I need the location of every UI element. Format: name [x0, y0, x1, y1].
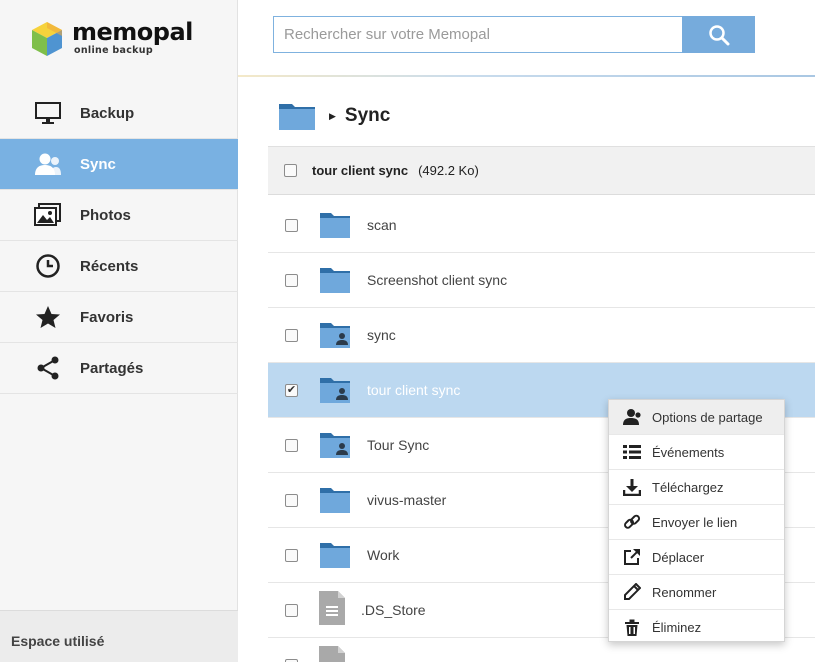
menu-item-label: Options de partage	[652, 409, 763, 425]
menu-item-sharing-options[interactable]: Options de partage	[609, 400, 784, 435]
page-title: Sync	[344, 105, 391, 126]
search-bar	[273, 16, 755, 53]
star-icon	[33, 304, 63, 330]
list-item[interactable]: scan	[268, 198, 815, 253]
sidebar-item-backup[interactable]: Backup	[0, 88, 238, 139]
folder-icon	[320, 268, 350, 293]
logo-name: memopal	[72, 18, 193, 46]
item-name: vivus-master	[367, 492, 447, 508]
share-user-icon	[621, 407, 643, 427]
header-divider	[238, 75, 815, 77]
folder-icon	[320, 488, 350, 513]
sidebar-item-label: Sync	[80, 155, 116, 173]
item-name: Screenshot client sync	[367, 272, 508, 288]
menu-item-label: Déplacer	[652, 549, 705, 565]
folder-icon[interactable]	[278, 100, 316, 132]
link-icon	[621, 512, 643, 532]
sidebar-item-label: Récents	[80, 257, 139, 275]
file-icon	[319, 646, 345, 662]
search-input[interactable]	[273, 16, 682, 53]
caret-right-icon: ▶	[329, 110, 336, 121]
breadcrumb: ▶ Sync	[278, 100, 390, 132]
logo[interactable]: memopal online backup	[30, 20, 193, 60]
list-icon	[621, 442, 643, 462]
menu-item-label: Éliminez	[652, 620, 702, 635]
select-all-checkbox[interactable]	[284, 164, 297, 177]
menu-item-events[interactable]: Événements	[609, 435, 784, 470]
menu-item-label: Renommer	[652, 584, 717, 600]
menu-item-label: Envoyer le lien	[652, 514, 738, 530]
row-checkbox[interactable]	[285, 273, 298, 287]
folder-icon	[320, 543, 350, 568]
logo-cube-icon	[32, 22, 62, 56]
list-item[interactable]: Screenshot client sync	[268, 253, 815, 308]
row-checkbox[interactable]	[285, 438, 298, 452]
sidebar-nav: Backup Sync Photos Récents Favoris Parta…	[0, 88, 238, 394]
item-name: sync	[367, 327, 396, 343]
row-checkbox[interactable]	[285, 218, 298, 232]
photos-icon	[33, 202, 63, 228]
item-name: Tour Sync	[367, 437, 430, 453]
context-menu: Options de partage Événements Télécharge…	[608, 399, 785, 642]
sidebar-item-label: Favoris	[80, 308, 134, 326]
item-name: Work	[367, 547, 400, 563]
monitor-icon	[33, 100, 63, 126]
shared-folder-icon	[320, 323, 350, 348]
row-checkbox[interactable]	[285, 603, 298, 617]
file-icon	[319, 591, 345, 625]
sidebar-item-label: Partagés	[80, 359, 144, 377]
sidebar-item-label: Photos	[80, 206, 131, 224]
usage-label[interactable]: Espace utilisé	[0, 610, 238, 662]
menu-item-download[interactable]: Téléchargez	[609, 470, 784, 505]
folder-icon	[320, 213, 350, 238]
share-icon	[33, 355, 63, 381]
item-name: tour client sync	[367, 382, 461, 398]
sidebar-item-recents[interactable]: Récents	[0, 241, 238, 292]
list-item[interactable]: sync	[268, 308, 815, 363]
selection-size: (492.2 Ko)	[418, 163, 479, 178]
item-name: .DS_Store	[361, 602, 426, 618]
list-header: tour client sync (492.2 Ko)	[268, 146, 815, 195]
download-icon	[621, 477, 643, 497]
row-checkbox[interactable]	[285, 658, 298, 662]
menu-item-label: Événements	[652, 444, 725, 460]
shared-folder-icon	[320, 433, 350, 458]
search-button[interactable]	[682, 16, 755, 53]
menu-item-rename[interactable]: Renommer	[609, 575, 784, 610]
sidebar-item-partages[interactable]: Partagés	[0, 343, 238, 394]
sidebar-item-label: Backup	[80, 104, 135, 122]
pencil-icon	[621, 582, 643, 602]
sidebar: memopal online backup Backup Sync Photos	[0, 0, 238, 662]
menu-item-label: Téléchargez	[652, 479, 724, 495]
menu-item-move[interactable]: Déplacer	[609, 540, 784, 575]
item-name: scan	[367, 217, 397, 233]
row-checkbox-checked[interactable]: ✔	[285, 383, 298, 397]
sidebar-item-sync[interactable]: Sync	[0, 139, 238, 190]
search-icon	[708, 24, 729, 45]
row-checkbox[interactable]	[285, 493, 298, 507]
user-sync-icon	[33, 151, 63, 177]
logo-tagline: online backup	[74, 45, 153, 56]
menu-item-send-link[interactable]: Envoyer le lien	[609, 505, 784, 540]
shared-folder-icon	[320, 378, 350, 403]
trash-icon	[621, 618, 643, 638]
selection-name: tour client sync	[312, 163, 409, 178]
sidebar-item-photos[interactable]: Photos	[0, 190, 238, 241]
clock-icon	[33, 253, 63, 279]
move-icon	[621, 547, 643, 567]
sidebar-item-favoris[interactable]: Favoris	[0, 292, 238, 343]
row-checkbox[interactable]	[285, 548, 298, 562]
row-checkbox[interactable]	[285, 328, 298, 342]
menu-item-delete[interactable]: Éliminez	[609, 610, 784, 645]
